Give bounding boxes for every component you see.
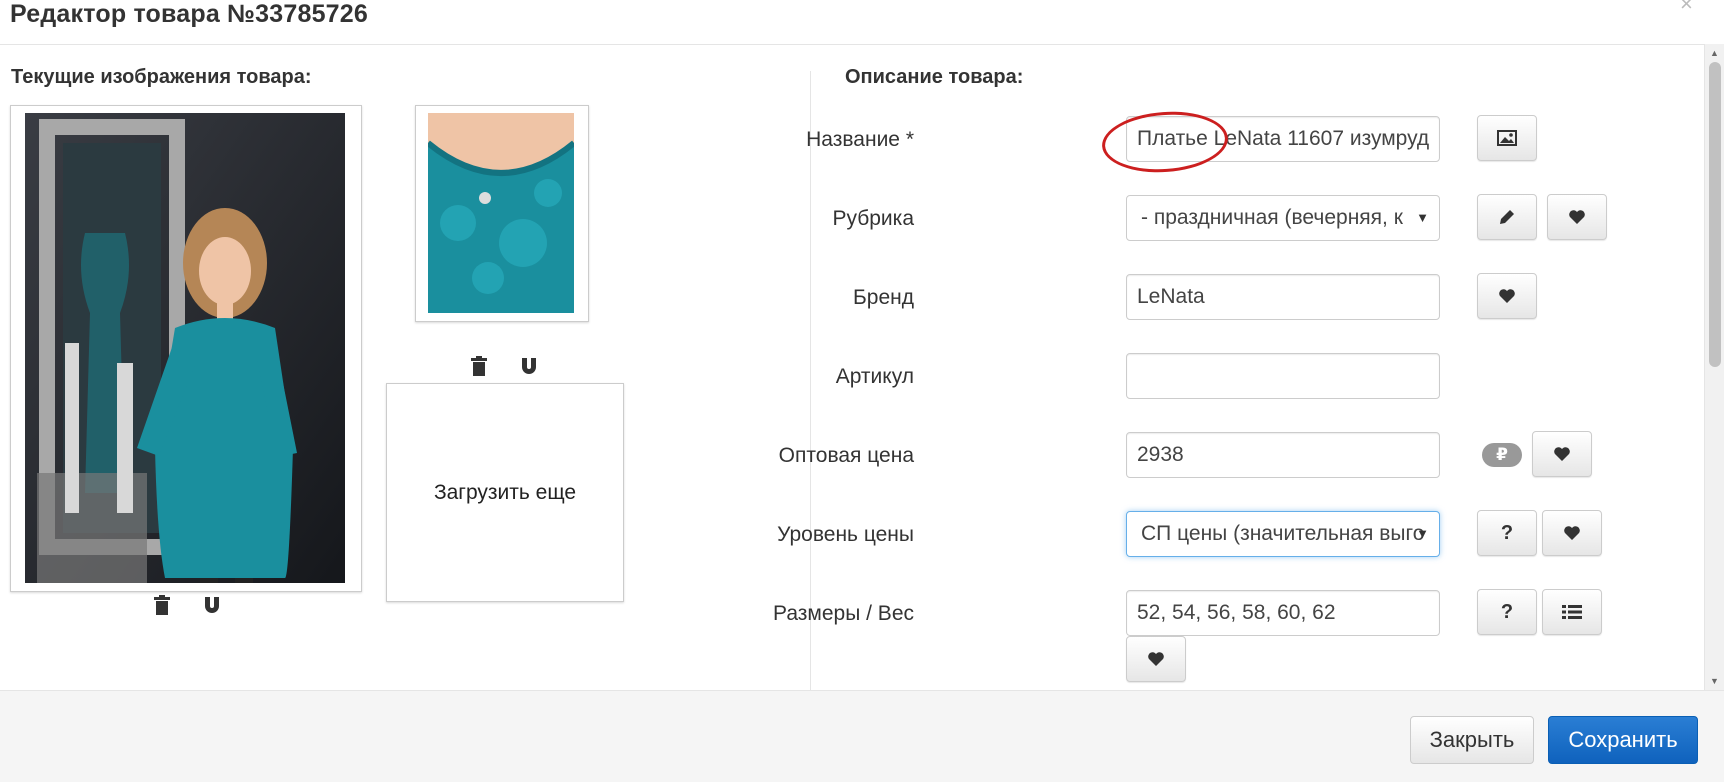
price-level-help-button[interactable]: ?: [1477, 510, 1537, 556]
magnet-icon[interactable]: [203, 595, 221, 615]
save-button[interactable]: Сохранить: [1548, 716, 1698, 764]
wholesale-price-input[interactable]: [1126, 432, 1440, 478]
magnet-icon[interactable]: [520, 356, 538, 376]
image-icon: [1497, 130, 1517, 146]
image-picker-button[interactable]: [1477, 115, 1537, 161]
modal-scrollbar[interactable]: ▲ ▼: [1704, 44, 1724, 690]
product-photo-main: [25, 113, 345, 583]
caret-down-icon: ▼: [1416, 210, 1429, 225]
heart-icon: [1499, 289, 1515, 303]
category-value: - праздничная (вечерняя, к: [1141, 206, 1403, 229]
ruble-icon: ₽: [1482, 443, 1522, 467]
wholesale-price-label: Оптовая цена: [778, 444, 914, 467]
price-level-label: Уровень цены: [777, 523, 914, 546]
brand-input[interactable]: [1126, 274, 1440, 320]
scrollbar-thumb[interactable]: [1709, 62, 1721, 367]
close-icon[interactable]: ×: [1680, 0, 1693, 16]
upload-more-button[interactable]: Загрузить еще: [386, 383, 624, 602]
product-image-main[interactable]: [10, 105, 362, 592]
category-select[interactable]: - праздничная (вечерняя, к ▼: [1126, 195, 1440, 241]
scroll-down-icon[interactable]: ▼: [1710, 676, 1719, 686]
caret-down-icon: ▼: [1416, 526, 1429, 541]
price-level-select[interactable]: СП цены (значительная выго ▼: [1126, 511, 1440, 557]
sizes-list-button[interactable]: [1542, 589, 1602, 635]
heart-icon: [1554, 447, 1570, 461]
sizes-help-button[interactable]: ?: [1477, 589, 1537, 635]
form-row-category: Рубрика - праздничная (вечерняя, к ▼: [820, 193, 1620, 243]
favorite-category-button[interactable]: [1547, 194, 1607, 240]
form-row-name: Название *: [806, 114, 1620, 164]
scroll-up-icon[interactable]: ▲: [1710, 48, 1719, 58]
description-section-title: Описание товара:: [845, 66, 1024, 88]
sizes-input[interactable]: [1126, 590, 1440, 636]
name-input[interactable]: [1126, 116, 1440, 162]
sku-input[interactable]: [1126, 353, 1440, 399]
trash-icon[interactable]: [153, 595, 171, 615]
images-section-title: Текущие изображения товара:: [11, 66, 312, 88]
brand-label: Бренд: [853, 286, 914, 309]
form-row-wholesale-price: Оптовая цена ₽: [779, 430, 1620, 480]
edit-category-button[interactable]: [1477, 194, 1537, 240]
secondary-image-actions: [470, 356, 538, 376]
heart-icon: [1569, 210, 1585, 224]
category-label: Рубрика: [832, 207, 914, 230]
form-row-sku: Артикул: [820, 351, 1620, 401]
heart-icon: [1564, 526, 1580, 540]
close-button[interactable]: Закрыть: [1410, 716, 1534, 764]
trash-icon[interactable]: [470, 356, 488, 376]
favorite-price-button[interactable]: [1532, 431, 1592, 477]
favorite-sizes-button[interactable]: [1126, 636, 1186, 682]
heart-icon: [1148, 652, 1164, 666]
modal-header: Редактор товара №33785726: [0, 0, 1704, 45]
name-label: Название *: [806, 128, 914, 151]
column-divider: [810, 71, 811, 690]
form-row-sizes: Размеры / Вес ?: [773, 588, 1620, 684]
modal-footer: Закрыть Сохранить: [0, 690, 1724, 782]
main-image-actions: [153, 595, 221, 615]
list-icon: [1562, 605, 1582, 619]
form-row-price-level: Уровень цены СП цены (значительная выго …: [777, 509, 1620, 559]
form-row-brand: Бренд: [820, 272, 1620, 322]
favorite-brand-button[interactable]: [1477, 273, 1537, 319]
favorite-price-level-button[interactable]: [1542, 510, 1602, 556]
pencil-icon: [1500, 210, 1514, 224]
modal-title: Редактор товара №33785726: [10, 0, 368, 28]
sku-label: Артикул: [835, 365, 914, 388]
sizes-label: Размеры / Вес: [773, 602, 914, 625]
price-level-value: СП цены (значительная выго: [1141, 522, 1425, 545]
product-photo-detail: [428, 113, 574, 313]
product-image-secondary[interactable]: [415, 105, 589, 322]
